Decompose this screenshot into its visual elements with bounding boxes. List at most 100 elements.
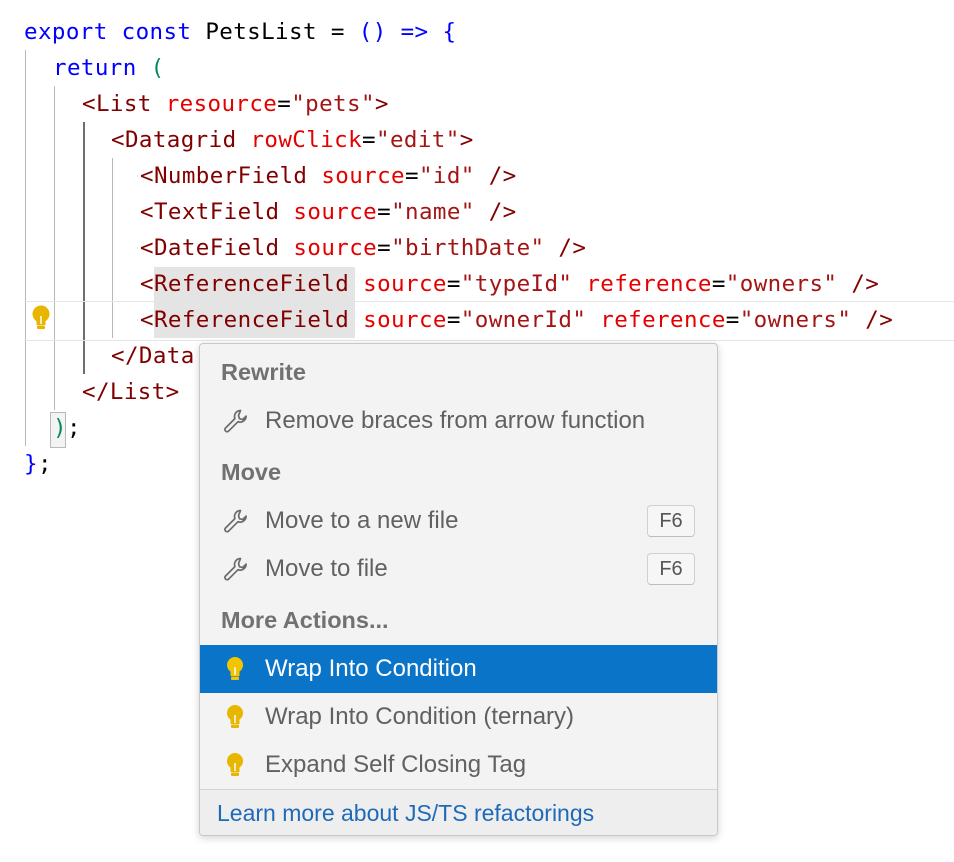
jsx-attr: source <box>321 163 405 189</box>
action-label: Remove braces from arrow function <box>265 407 646 434</box>
jsx-attr: reference <box>586 271 712 297</box>
wrench-icon <box>224 409 247 433</box>
jsx-tag: <TextField <box>140 199 280 225</box>
code-line-current[interactable]: <ReferenceField source="ownerId" referen… <box>140 302 893 338</box>
jsx-tag: /> <box>837 271 880 297</box>
action-label: Wrap Into Condition (ternary) <box>265 703 575 730</box>
operator: = <box>446 307 461 333</box>
code-line[interactable]: ); <box>53 410 81 446</box>
jsx-tag: <List <box>82 91 152 117</box>
jsx-tag-name: ReferenceField <box>153 307 350 333</box>
jsx-tag: /> <box>544 235 587 261</box>
code-line[interactable]: export const PetsList = () => { <box>24 14 456 50</box>
jsx-tag: /> <box>474 199 517 225</box>
jsx-tag: < <box>140 271 154 297</box>
wrench-icon <box>224 509 247 533</box>
menu-footer: Learn more about JS/TS refactorings <box>200 789 717 835</box>
punctuation: ( <box>150 55 165 81</box>
jsx-attr: reference <box>600 307 726 333</box>
section-header-more-actions: More Actions... <box>200 596 717 644</box>
string: "edit" <box>376 127 460 153</box>
code-line[interactable]: <List resource="pets"> <box>82 86 389 122</box>
arrow-operator: => <box>386 19 443 45</box>
operator: = <box>446 271 461 297</box>
action-wrap-into-condition-ternary[interactable]: Wrap Into Condition (ternary) <box>200 693 717 741</box>
code-line[interactable]: <DateField source="birthDate" /> <box>140 230 586 266</box>
action-wrap-into-condition[interactable]: Wrap Into Condition <box>200 645 717 693</box>
jsx-tag-name: ReferenceField <box>153 271 350 297</box>
learn-more-link[interactable]: Learn more about JS/TS refactorings <box>217 800 594 827</box>
string: "owners" <box>725 271 838 297</box>
keyword: return <box>53 55 137 81</box>
string: "pets" <box>291 91 375 117</box>
jsx-tag: /> <box>851 307 894 333</box>
code-line[interactable]: </List> <box>82 374 180 410</box>
string: "typeId" <box>460 271 573 297</box>
jsx-attr: resource <box>165 91 278 117</box>
punctuation: ; <box>37 451 52 477</box>
operator: = <box>362 127 376 153</box>
jsx-tag: <NumberField <box>140 163 308 189</box>
action-move-to-file[interactable]: Move to file F6 <box>200 545 717 593</box>
jsx-tag: </List> <box>82 379 180 405</box>
jsx-tag: </Data <box>111 343 195 369</box>
code-line[interactable]: return ( <box>53 50 165 86</box>
action-label: Wrap Into Condition <box>265 655 477 682</box>
indent-guide <box>54 86 55 410</box>
indent-guide <box>25 50 26 446</box>
jsx-attr: source <box>363 307 447 333</box>
jsx-attr: source <box>293 235 378 261</box>
operator: = <box>316 19 359 45</box>
string: "owners" <box>739 307 852 333</box>
operator: = <box>277 91 292 117</box>
keyword: const <box>121 19 192 45</box>
jsx-attr: source <box>293 199 378 225</box>
action-remove-braces[interactable]: Remove braces from arrow function <box>200 397 717 445</box>
identifier: PetsList <box>205 19 317 45</box>
operator: = <box>377 199 392 225</box>
lightbulb-icon <box>227 657 243 680</box>
operator: = <box>725 307 740 333</box>
punctuation: } <box>24 451 38 477</box>
code-line[interactable]: <ReferenceField source="typeId" referenc… <box>140 266 879 302</box>
operator: = <box>377 235 392 261</box>
jsx-tag: > <box>374 91 389 117</box>
string: "id" <box>418 163 475 189</box>
code-line[interactable]: <TextField source="name" /> <box>140 194 517 230</box>
jsx-tag: < <box>140 307 154 333</box>
code-line[interactable]: <NumberField source="id" /> <box>140 158 517 194</box>
code-line[interactable]: </Data <box>111 338 195 374</box>
action-label: Move to a new file <box>265 507 459 534</box>
jsx-attr: source <box>363 271 447 297</box>
section-header-rewrite: Rewrite <box>200 348 717 396</box>
string: "name" <box>391 199 475 225</box>
operator: = <box>405 163 419 189</box>
action-label: Move to file <box>265 555 388 582</box>
shortcut-badge: F6 <box>647 505 695 537</box>
punctuation: ) <box>53 415 67 441</box>
lightbulb-icon <box>227 753 243 776</box>
jsx-tag: /> <box>474 163 517 189</box>
action-expand-self-closing-tag[interactable]: Expand Self Closing Tag <box>200 741 717 789</box>
keyword: export <box>24 19 108 45</box>
wrench-icon <box>224 557 247 581</box>
code-line[interactable]: <Datagrid rowClick="edit"> <box>111 122 474 158</box>
lightbulb-icon[interactable] <box>31 305 51 331</box>
operator: = <box>711 271 726 297</box>
punctuation: { <box>442 19 457 45</box>
action-move-to-new-file[interactable]: Move to a new file F6 <box>200 497 717 545</box>
jsx-tag: > <box>459 127 474 153</box>
punctuation: ; <box>66 415 81 441</box>
lightbulb-icon <box>227 705 243 728</box>
section-header-label: Rewrite <box>221 358 306 385</box>
jsx-attr: rowClick <box>250 127 363 153</box>
jsx-tag: <Datagrid <box>111 127 237 153</box>
code-line[interactable]: }; <box>24 446 52 482</box>
section-header-move: Move <box>200 448 717 496</box>
jsx-tag: <DateField <box>140 235 280 261</box>
action-label: Expand Self Closing Tag <box>265 751 527 778</box>
section-header-label: Move <box>221 458 282 485</box>
shortcut-badge: F6 <box>647 553 695 585</box>
string: "ownerId" <box>460 307 587 333</box>
quick-fix-menu: Rewrite Remove braces from arrow functio… <box>199 343 718 836</box>
